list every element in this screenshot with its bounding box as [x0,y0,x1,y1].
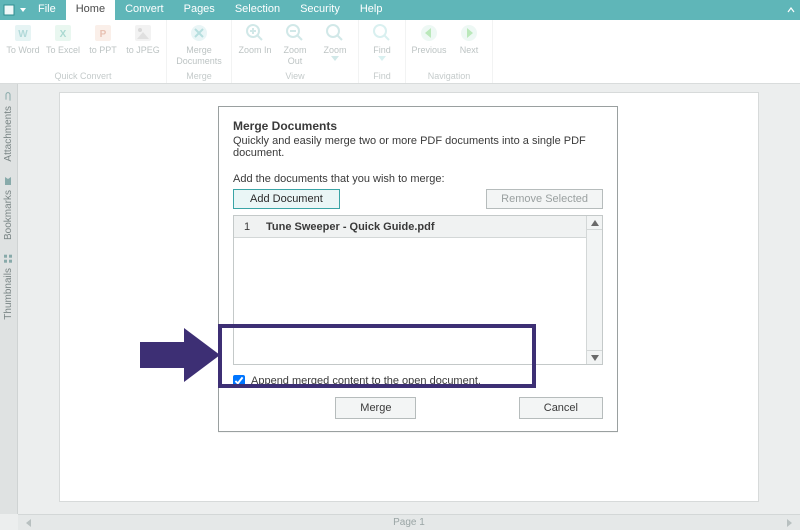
list-scrollbar[interactable] [586,216,602,364]
previous-button[interactable]: Previous [412,22,446,55]
menu-pages[interactable]: Pages [174,0,225,20]
menu-file[interactable]: File [28,0,66,20]
list-item-index: 1 [234,221,260,233]
document-list[interactable]: 1 Tune Sweeper - Quick Guide.pdf [233,215,603,365]
find-icon [371,22,393,44]
thumbnails-icon [4,254,14,264]
menu-security[interactable]: Security [290,0,350,20]
merge-label-2: Documents [176,56,222,66]
paperclip-icon [4,92,14,102]
to-excel-label: To Excel [46,45,80,55]
svg-text:W: W [18,29,28,40]
word-icon: W [12,22,34,44]
side-tab-label: Bookmarks [3,190,14,240]
next-button[interactable]: Next [452,22,486,55]
dialog-subtitle: Quickly and easily merge two or more PDF… [233,135,603,159]
status-bar: Page 1 [18,514,800,530]
zoom-out-icon [284,22,306,44]
side-tab-label: Thumbnails [3,268,14,320]
recent-dropdown-icon[interactable] [18,0,28,20]
ribbon-group-merge: Merge Documents Merge [167,20,232,83]
merge-documents-button[interactable]: Merge Documents [173,22,225,66]
app-icon [0,0,18,20]
ppt-icon: P [92,22,114,44]
side-tab-label: Attachments [3,106,14,162]
ribbon-group-view: Zoom In Zoom Out Zoom View [232,20,359,83]
menu-help[interactable]: Help [350,0,393,20]
dropdown-icon [331,56,339,61]
svg-text:P: P [100,29,107,40]
ribbon-group-quick-convert: W To Word X To Excel P to PPT to JPEG Qu… [0,20,167,83]
dialog-add-label: Add the documents that you wish to merge… [233,173,603,185]
scroll-up-icon[interactable] [587,216,602,230]
status-page-label: Page 1 [393,517,425,528]
zoom-in-button[interactable]: Zoom In [238,22,272,66]
ribbon-group-label: Merge [186,71,212,83]
side-tab-bookmarks[interactable]: Bookmarks [3,170,14,246]
scroll-down-icon[interactable] [587,350,602,364]
side-panel: Attachments Bookmarks Thumbnails [0,84,18,514]
append-checkbox[interactable] [233,375,245,387]
side-tab-thumbnails[interactable]: Thumbnails [3,248,14,326]
append-checkbox-row[interactable]: Append merged content to the open docume… [233,375,603,387]
append-checkbox-label: Append merged content to the open docume… [251,375,481,387]
merge-icon [188,22,210,44]
to-word-button[interactable]: W To Word [6,22,40,55]
zoom-label: Zoom [323,45,346,55]
merge-button[interactable]: Merge [335,397,416,419]
collapse-ribbon-icon[interactable] [782,0,800,20]
ribbon-group-label: Navigation [428,71,471,83]
ribbon-group-find: Find Find [359,20,406,83]
list-item-name: Tune Sweeper - Quick Guide.pdf [260,221,602,233]
cancel-button[interactable]: Cancel [519,397,603,419]
remove-selected-button[interactable]: Remove Selected [486,189,603,209]
list-item[interactable]: 1 Tune Sweeper - Quick Guide.pdf [234,216,602,238]
zoom-button[interactable]: Zoom [318,22,352,66]
merge-label-1: Merge [186,45,212,55]
ribbon-group-label: Find [373,71,391,83]
ribbon-group-navigation: Previous Next Navigation [406,20,493,83]
dialog-title: Merge Documents [233,119,603,133]
zoom-out-label-2: Out [288,56,303,66]
side-tab-attachments[interactable]: Attachments [3,86,14,168]
menu-convert[interactable]: Convert [115,0,174,20]
excel-icon: X [52,22,74,44]
zoom-out-label-1: Zoom [283,45,306,55]
find-button[interactable]: Find [365,22,399,61]
status-prev-page-icon[interactable] [22,517,36,529]
svg-text:X: X [60,29,67,40]
menu-bar: File Home Convert Pages Selection Securi… [0,0,800,20]
to-ppt-label: to PPT [89,45,117,55]
zoom-in-icon [244,22,266,44]
zoom-out-button[interactable]: Zoom Out [278,22,312,66]
next-label: Next [460,45,479,55]
to-ppt-button[interactable]: P to PPT [86,22,120,55]
to-jpeg-label: to JPEG [126,45,160,55]
next-icon [458,22,480,44]
ribbon-group-label: View [285,71,304,83]
previous-label: Previous [412,45,447,55]
to-jpeg-button[interactable]: to JPEG [126,22,160,55]
ribbon-group-label: Quick Convert [54,71,111,83]
jpeg-icon [132,22,154,44]
ribbon: W To Word X To Excel P to PPT to JPEG Qu… [0,20,800,84]
find-label: Find [373,45,391,55]
menu-home[interactable]: Home [66,0,115,20]
status-next-page-icon[interactable] [782,517,796,529]
to-word-label: To Word [6,45,39,55]
dropdown-icon [378,56,386,61]
zoom-icon [324,22,346,44]
to-excel-button[interactable]: X To Excel [46,22,80,55]
add-document-button[interactable]: Add Document [233,189,340,209]
merge-documents-dialog: Merge Documents Quickly and easily merge… [218,106,618,432]
menu-selection[interactable]: Selection [225,0,290,20]
bookmark-icon [4,176,14,186]
zoom-in-label: Zoom In [238,45,271,55]
prev-icon [418,22,440,44]
